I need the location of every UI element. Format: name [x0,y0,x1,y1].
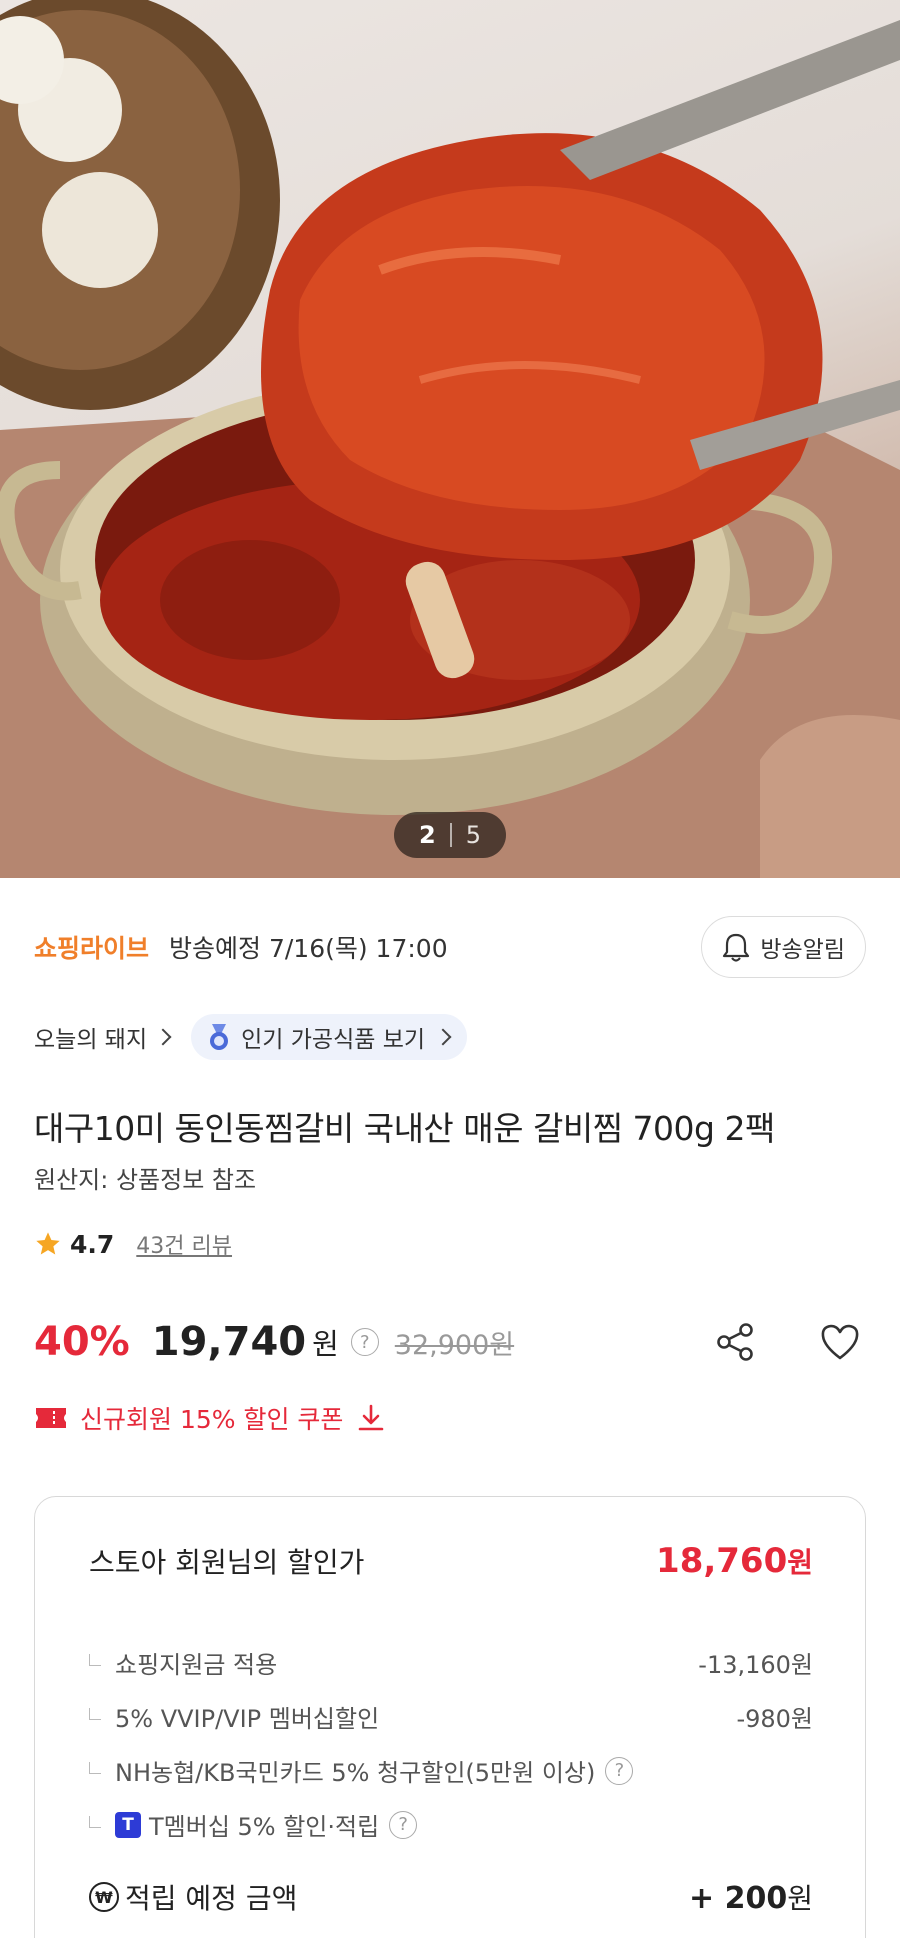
member-price: 18,760원 [656,1541,813,1581]
sale-price: 19,740 [151,1319,307,1365]
coupon-label: 신규회원 15% 할인 쿠폰 [80,1405,344,1434]
heart-icon[interactable] [816,1318,864,1366]
shopping-live-label[interactable]: 쇼핑라이브 [34,929,149,965]
rating-row: 4.7 43건 리뷰 [34,1226,232,1262]
reward-value: + 200 [689,1881,788,1916]
t-membership-icon: T [115,1811,141,1838]
benefit-line: T T멤버십 5% 할인·적립 ? [89,1807,813,1842]
popular-category-chip[interactable]: 인기 가공식품 보기 [191,1014,468,1060]
benefit-label: T멤버십 5% 할인·적립 [149,1813,380,1841]
store-link[interactable]: 오늘의 돼지 [34,1020,172,1054]
member-price-title: 스토아 회원님의 할인가 [89,1546,365,1579]
tag-row: 오늘의 돼지 인기 가공식품 보기 [34,1014,468,1060]
popular-category-label: 인기 가공식품 보기 [241,1027,426,1053]
chevron-right-icon [434,1028,452,1046]
benefit-label: 5% VVIP/VIP 멤버십할인 [115,1705,380,1733]
review-count-link[interactable]: 43건 리뷰 [136,1228,232,1260]
price-help-icon[interactable]: ? [350,1328,379,1356]
rating-score: 4.7 [70,1229,115,1259]
bell-icon [723,933,750,962]
member-price-value: 18,760 [656,1541,788,1581]
broadcast-schedule: 방송예정 7/16(목) 17:00 [169,934,448,963]
store-name: 오늘의 돼지 [34,1027,148,1053]
product-photo-illustration [0,0,900,878]
t-membership-help-icon[interactable]: ? [389,1810,418,1839]
original-price: 32,900원 [394,1329,515,1361]
reward-unit: 원 [787,1882,813,1915]
indent-marker [89,1653,101,1666]
price-row: 40% 19,740 원 ? 32,900원 [34,1310,866,1374]
download-icon [359,1404,384,1431]
product-origin: 원산지: 상품정보 참조 [34,1166,257,1194]
member-price-header: 스토아 회원님의 할인가 18,760원 [89,1541,813,1581]
benefit-label: NH농협/KB국민카드 5% 청구할인(5만원 이상) [115,1759,596,1787]
won-coin-icon: ₩ [89,1882,119,1912]
medal-icon [210,1024,229,1050]
reward-label: 적립 예정 금액 [125,1882,298,1915]
pager-total: 5 [465,821,481,849]
coupon-icon [36,1408,66,1428]
product-title: 대구10미 동인동찜갈비 국내산 매운 갈비찜 700g 2팩 [34,1109,775,1148]
indent-marker [89,1815,101,1828]
live-broadcast-row: 쇼핑라이브 방송예정 7/16(목) 17:00 방송알림 [34,916,866,978]
benefit-value: -980원 [736,1705,813,1733]
product-image[interactable]: 2 5 [0,0,900,878]
benefit-line: NH농협/KB국민카드 5% 청구할인(5만원 이상) ? [89,1753,813,1788]
indent-marker [89,1761,101,1774]
member-price-unit: 원 [787,1546,813,1579]
share-icon[interactable] [712,1318,760,1366]
image-pager: 2 5 [394,812,506,858]
reward-amount: + 200원 [689,1877,813,1917]
pager-divider [449,823,452,847]
member-discount-box: 스토아 회원님의 할인가 18,760원 쇼핑지원금 적용 -13,160원 5… [34,1496,866,1938]
benefit-line: 5% VVIP/VIP 멤버십할인 -980원 [89,1699,813,1734]
currency-unit: 원 [312,1327,339,1361]
broadcast-alarm-button[interactable]: 방송알림 [701,916,866,978]
benefit-value: -13,160원 [698,1651,813,1679]
reward-row: ₩ 적립 예정 금액 + 200원 [89,1877,813,1917]
benefit-label: 쇼핑지원금 적용 [115,1651,278,1679]
chevron-right-icon [154,1028,172,1046]
indent-marker [89,1707,101,1720]
card-discount-help-icon[interactable]: ? [605,1756,634,1785]
coupon-download[interactable]: 신규회원 15% 할인 쿠폰 [34,1396,387,1440]
discount-rate: 40% [34,1319,130,1365]
star-icon [36,1232,60,1255]
broadcast-alarm-label: 방송알림 [760,937,845,963]
benefit-line: 쇼핑지원금 적용 -13,160원 [89,1645,813,1680]
pager-current: 2 [419,821,436,849]
